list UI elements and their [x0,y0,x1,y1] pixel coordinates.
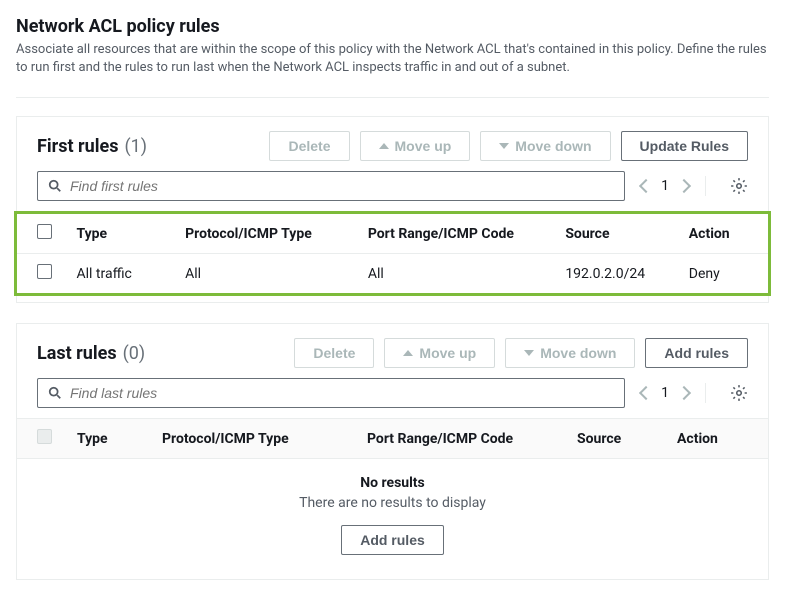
last-pager: 1 [641,385,689,401]
empty-state: No results There are no results to displ… [17,459,768,573]
empty-title: No results [17,475,768,491]
cell-port: All [368,266,566,282]
col-action: Action [677,431,737,447]
move-down-button[interactable]: Move down [480,131,610,161]
move-up-button[interactable]: Move up [384,338,495,368]
last-rules-title: Last rules (0) [37,343,145,364]
delete-button[interactable]: Delete [294,338,374,368]
first-rules-count: (1) [124,136,147,157]
cell-source: 192.0.2.0/24 [565,266,688,282]
next-page-icon[interactable] [677,386,691,400]
row-checkbox[interactable] [37,264,52,279]
delete-button[interactable]: Delete [269,131,349,161]
cell-protocol: All [185,266,368,282]
gear-icon[interactable] [730,384,748,402]
gear-icon[interactable] [730,177,748,195]
add-rules-button[interactable]: Add rules [645,338,748,368]
col-action: Action [689,226,748,242]
col-source: Source [565,226,688,242]
next-page-icon[interactable] [677,179,691,193]
first-rules-title: First rules (1) [37,136,147,157]
cell-type: All traffic [77,266,186,282]
move-down-button[interactable]: Move down [505,338,635,368]
col-protocol: Protocol/ICMP Type [162,431,367,447]
divider [16,97,769,98]
last-rules-table: Type Protocol/ICMP Type Port Range/ICMP … [17,418,768,573]
triangle-up-icon [403,350,413,356]
triangle-up-icon [379,143,389,149]
last-rules-count: (0) [123,343,146,364]
triangle-down-icon [499,143,509,149]
first-rules-table: Type Protocol/ICMP Type Port Range/ICMP … [14,211,771,296]
col-type: Type [77,431,162,447]
select-all-checkbox[interactable] [37,224,52,239]
page-number: 1 [661,178,669,194]
empty-add-rules-button[interactable]: Add rules [341,525,444,555]
empty-subtitle: There are no results to display [17,495,768,511]
search-icon [48,179,62,193]
col-type: Type [77,226,186,242]
page-title: Network ACL policy rules [16,16,769,37]
page-number: 1 [661,385,669,401]
cell-action: Deny [689,266,748,282]
col-port: Port Range/ICMP Code [367,431,577,447]
table-header: Type Protocol/ICMP Type Port Range/ICMP … [17,214,768,254]
last-rules-panel: Last rules (0) Delete Move up Move down … [16,323,769,580]
prev-page-icon[interactable] [639,386,653,400]
move-up-button[interactable]: Move up [360,131,471,161]
select-all-checkbox [37,429,52,444]
first-pager: 1 [641,178,689,194]
search-icon [48,386,62,400]
col-protocol: Protocol/ICMP Type [185,226,368,242]
table-row[interactable]: All traffic All All 192.0.2.0/24 Deny [17,254,768,293]
col-source: Source [577,431,677,447]
col-port: Port Range/ICMP Code [368,226,566,242]
update-rules-button[interactable]: Update Rules [621,131,748,161]
prev-page-icon[interactable] [639,179,653,193]
first-search-input[interactable] [37,171,625,201]
triangle-down-icon [524,350,534,356]
first-rules-panel: First rules (1) Delete Move up Move down… [16,116,769,303]
table-header: Type Protocol/ICMP Type Port Range/ICMP … [17,418,768,459]
last-search-input[interactable] [37,378,625,408]
page-description: Associate all resources that are within … [16,41,769,77]
